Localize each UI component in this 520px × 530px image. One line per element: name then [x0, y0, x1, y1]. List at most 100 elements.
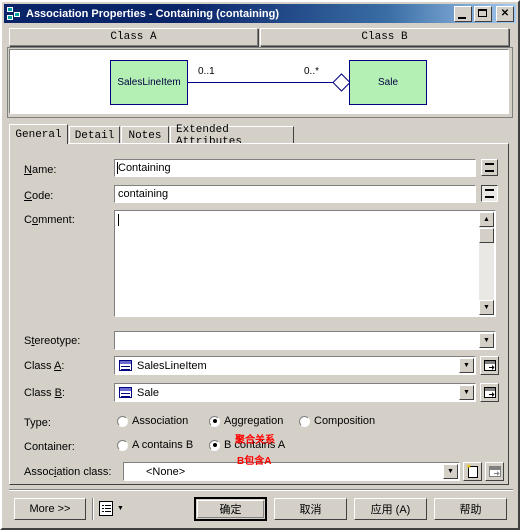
class-a-label: Class A:: [24, 360, 65, 372]
chevron-down-icon[interactable]: ▼: [479, 333, 494, 348]
properties-icon: [488, 466, 501, 477]
association-class-label-rest: ation class:: [56, 466, 112, 478]
class-a-value: SalesLineItem: [137, 359, 207, 372]
class-b-properties-button[interactable]: [480, 383, 499, 402]
tab-detail-label: Detail: [74, 129, 115, 142]
class-a-header[interactable]: Class A: [9, 28, 258, 46]
tab-general[interactable]: General: [9, 124, 68, 144]
radio-container-a-contains-b-label: A contains B: [132, 439, 194, 451]
chevron-down-icon[interactable]: ▼: [459, 385, 474, 400]
comment-scrollbar[interactable]: ▲ ▼: [479, 212, 494, 315]
help-button-label: 帮助: [459, 504, 482, 516]
tab-notes-label: Notes: [128, 129, 162, 142]
association-preview[interactable]: SalesLineItem Sale 0..1 0..*: [9, 49, 509, 114]
cardinality-b-label: 0..*: [304, 66, 320, 77]
association-class-value: <None>: [146, 465, 186, 478]
class-b-label-rest: :: [61, 387, 65, 399]
radio-type-composition[interactable]: Composition: [299, 415, 375, 427]
name-sync-button[interactable]: [481, 159, 498, 176]
association-class-new-button[interactable]: [463, 462, 482, 481]
tab-strip: General Detail Notes Extended Attributes: [9, 124, 509, 148]
association-class-label: Association class:: [24, 466, 112, 478]
preview-class-a-box[interactable]: SalesLineItem: [110, 60, 188, 105]
class-b-header[interactable]: Class B: [260, 28, 509, 46]
radio-type-aggregation[interactable]: Aggregation: [209, 415, 283, 427]
radio-indicator: [299, 415, 310, 427]
tab-notes[interactable]: Notes: [121, 126, 169, 144]
text-caret: [118, 214, 119, 226]
window-title: Association Properties - Containing (con…: [26, 7, 280, 20]
ok-button[interactable]: 确定: [194, 497, 267, 521]
class-a-header-label: Class A: [110, 31, 157, 43]
comment-label-rest: mment:: [38, 214, 75, 226]
association-class-combo[interactable]: <None> ▼: [122, 461, 461, 482]
scroll-up-icon[interactable]: ▲: [479, 212, 494, 227]
radio-indicator: [117, 439, 128, 451]
tab-general-label: General: [15, 128, 62, 141]
radio-indicator: [209, 415, 220, 427]
help-button[interactable]: 帮助: [434, 498, 507, 520]
comment-label: Comment:: [24, 214, 75, 226]
minimize-button[interactable]: [454, 5, 472, 22]
properties-icon: [483, 387, 496, 398]
apply-button[interactable]: 应用 (A): [354, 498, 427, 520]
minimize-icon: [458, 16, 466, 19]
radio-type-composition-label: Composition: [314, 415, 376, 427]
scroll-down-icon[interactable]: ▼: [479, 300, 494, 315]
equals-icon: [485, 189, 494, 198]
chevron-down-icon[interactable]: ▼: [459, 358, 474, 373]
ok-button-inner: 确定: [197, 500, 264, 518]
dialog-footer: More >> ▼ 确定 取消 应用 (A) 帮助: [4, 489, 516, 528]
maximize-icon: [478, 8, 487, 17]
association-properties-dialog: Association Properties - Containing (con…: [0, 0, 520, 530]
radio-type-aggregation-label: Aggregation: [224, 415, 284, 427]
code-label-rest: ode:: [31, 190, 54, 202]
scroll-thumb[interactable]: [479, 228, 494, 243]
class-a-combo[interactable]: SalesLineItem ▼: [113, 355, 477, 376]
name-input-value: Containing: [118, 162, 171, 174]
code-input[interactable]: containing: [113, 184, 477, 204]
cancel-button-label: 取消: [299, 504, 322, 516]
name-input[interactable]: Containing: [113, 158, 477, 178]
apply-button-label: 应用 (A): [370, 504, 411, 516]
window-controls: ✕: [454, 5, 514, 22]
new-document-icon: [466, 462, 478, 478]
ok-button-label: 确定: [219, 504, 242, 516]
code-label: Code:: [24, 190, 54, 202]
code-sync-button[interactable]: [481, 185, 498, 202]
annotation-b-contains-a: B包含A: [237, 456, 272, 467]
preview-class-b-box[interactable]: Sale: [349, 60, 427, 105]
class-a-label-pre: Class: [24, 360, 54, 372]
chevron-down-icon[interactable]: ▼: [443, 464, 458, 479]
close-button[interactable]: ✕: [496, 5, 514, 22]
tab-detail[interactable]: Detail: [69, 126, 120, 144]
class-b-combo[interactable]: Sale ▼: [113, 382, 477, 403]
radio-container-a-contains-b[interactable]: A contains B: [117, 439, 193, 451]
preview-class-b-label: Sale: [377, 77, 398, 88]
list-report-icon[interactable]: [99, 501, 113, 516]
more-button[interactable]: More >>: [14, 498, 86, 520]
comment-label-pre: C: [24, 214, 32, 226]
report-dropdown-arrow-icon[interactable]: ▼: [117, 505, 124, 512]
class-b-header-label: Class B: [361, 31, 408, 43]
radio-type-association[interactable]: Association: [117, 415, 188, 427]
annotation-aggregation: 聚合关系: [235, 435, 275, 446]
class-a-properties-button[interactable]: [480, 356, 499, 375]
association-class-properties-button: [485, 462, 504, 481]
more-button-label: More >>: [29, 503, 71, 515]
cardinality-a-label: 0..1: [198, 66, 215, 77]
class-icon: [119, 360, 132, 371]
radio-type-association-label: Association: [132, 415, 189, 427]
title-bar[interactable]: Association Properties - Containing (con…: [4, 4, 516, 23]
class-b-label: Class B:: [24, 387, 65, 399]
properties-icon: [483, 360, 496, 371]
tab-extended-attributes[interactable]: Extended Attributes: [170, 124, 294, 148]
cancel-button[interactable]: 取消: [274, 498, 347, 520]
stereotype-combo[interactable]: ▼: [113, 330, 497, 351]
maximize-button[interactable]: [474, 5, 492, 22]
footer-separator: [9, 489, 513, 491]
comment-textarea[interactable]: ▲ ▼: [113, 209, 497, 318]
stereotype-label: Stereotype:: [24, 335, 81, 347]
equals-icon: [485, 163, 494, 172]
class-b-label-pre: Class: [24, 387, 55, 399]
